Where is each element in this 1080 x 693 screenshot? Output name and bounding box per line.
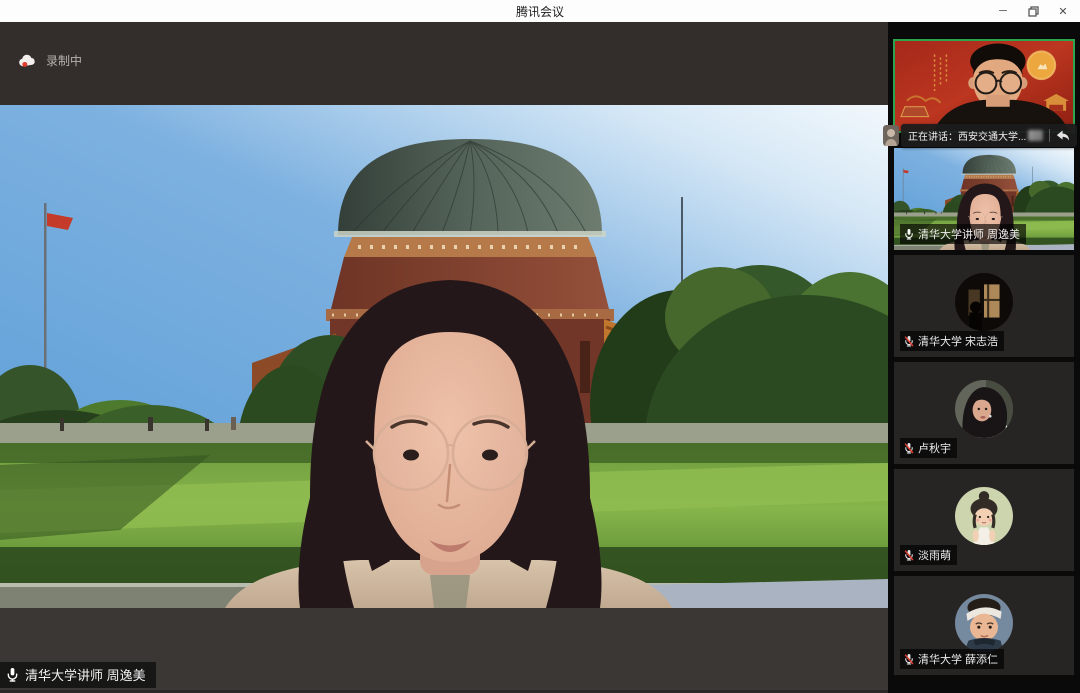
- participant-tile-zhou-yimei[interactable]: 清华大学讲师 周逸美: [894, 148, 1074, 250]
- participants-sidebar: 正在讲话：西安交通大学...: [888, 22, 1080, 693]
- mic-muted-icon: [904, 335, 914, 347]
- recording-indicator[interactable]: 录制中: [18, 52, 82, 69]
- participant-tile-lu-qiuyu[interactable]: 卢秋宇: [894, 362, 1074, 464]
- main-video[interactable]: [0, 105, 888, 608]
- avatar: [955, 380, 1013, 438]
- campus-video-frame: [0, 105, 888, 608]
- avatar: [955, 273, 1013, 331]
- participant-tile-song-zhihao[interactable]: 清华大学 宋志浩: [894, 255, 1074, 357]
- participant-name: 清华大学 薛添仁: [918, 651, 998, 667]
- participant-label: 清华大学 薛添仁: [900, 649, 1004, 669]
- toast-avatar: [883, 125, 899, 146]
- mic-muted-icon: [904, 549, 914, 561]
- participant-label: 清华大学 宋志浩: [900, 331, 1004, 351]
- participant-tile-xue-tianren[interactable]: 清华大学 薛添仁: [894, 576, 1074, 675]
- participant-label: 淡雨萌: [900, 545, 957, 565]
- toast-text: 正在讲话：西安交通大学...: [908, 128, 1026, 143]
- participant-label: 卢秋宇: [900, 438, 957, 458]
- speaking-toast: 正在讲话：西安交通大学...: [883, 124, 1077, 147]
- toast-body: 正在讲话：西安交通大学...: [901, 124, 1077, 147]
- speaker-badge: 清华大学讲师 周逸美: [0, 662, 156, 688]
- active-speaker-video: [895, 41, 1073, 131]
- recording-label: 录制中: [46, 52, 82, 69]
- meeting-content: 录制中 清华大学讲师 周逸美: [0, 22, 1080, 693]
- participant-label: 清华大学讲师 周逸美: [900, 224, 1026, 244]
- participant-tile-active-speaker[interactable]: [893, 39, 1075, 133]
- minimize-button[interactable]: ─: [988, 0, 1018, 22]
- blurred-name: [1028, 130, 1043, 141]
- window-title: 腾讯会议: [516, 3, 564, 20]
- reply-arrow-icon[interactable]: [1056, 129, 1070, 142]
- mic-on-icon: [904, 228, 914, 240]
- avatar: [955, 594, 1013, 652]
- close-button[interactable]: ✕: [1048, 0, 1078, 22]
- restore-icon: [1028, 6, 1039, 17]
- mic-muted-icon: [904, 442, 914, 454]
- titlebar: 腾讯会议 ─ ✕: [0, 0, 1080, 22]
- participant-tile-dan-yumeng[interactable]: 淡雨萌: [894, 469, 1074, 571]
- participant-name: 清华大学讲师 周逸美: [918, 226, 1020, 242]
- mic-muted-icon: [904, 653, 914, 665]
- restore-button[interactable]: [1018, 0, 1048, 22]
- avatar: [955, 487, 1013, 545]
- toast-divider: [1049, 129, 1050, 142]
- cloud-record-icon: [18, 54, 37, 68]
- speaker-badge-label: 清华大学讲师 周逸美: [25, 665, 146, 684]
- participant-name: 清华大学 宋志浩: [918, 333, 998, 349]
- participant-name: 卢秋宇: [918, 440, 951, 456]
- participant-name: 淡雨萌: [918, 547, 951, 563]
- mic-on-icon: [6, 667, 19, 682]
- tencent-meeting-window: 腾讯会议 ─ ✕ 录制中: [0, 0, 1080, 693]
- window-controls: ─ ✕: [988, 0, 1078, 22]
- main-stage: 录制中 清华大学讲师 周逸美: [0, 22, 888, 693]
